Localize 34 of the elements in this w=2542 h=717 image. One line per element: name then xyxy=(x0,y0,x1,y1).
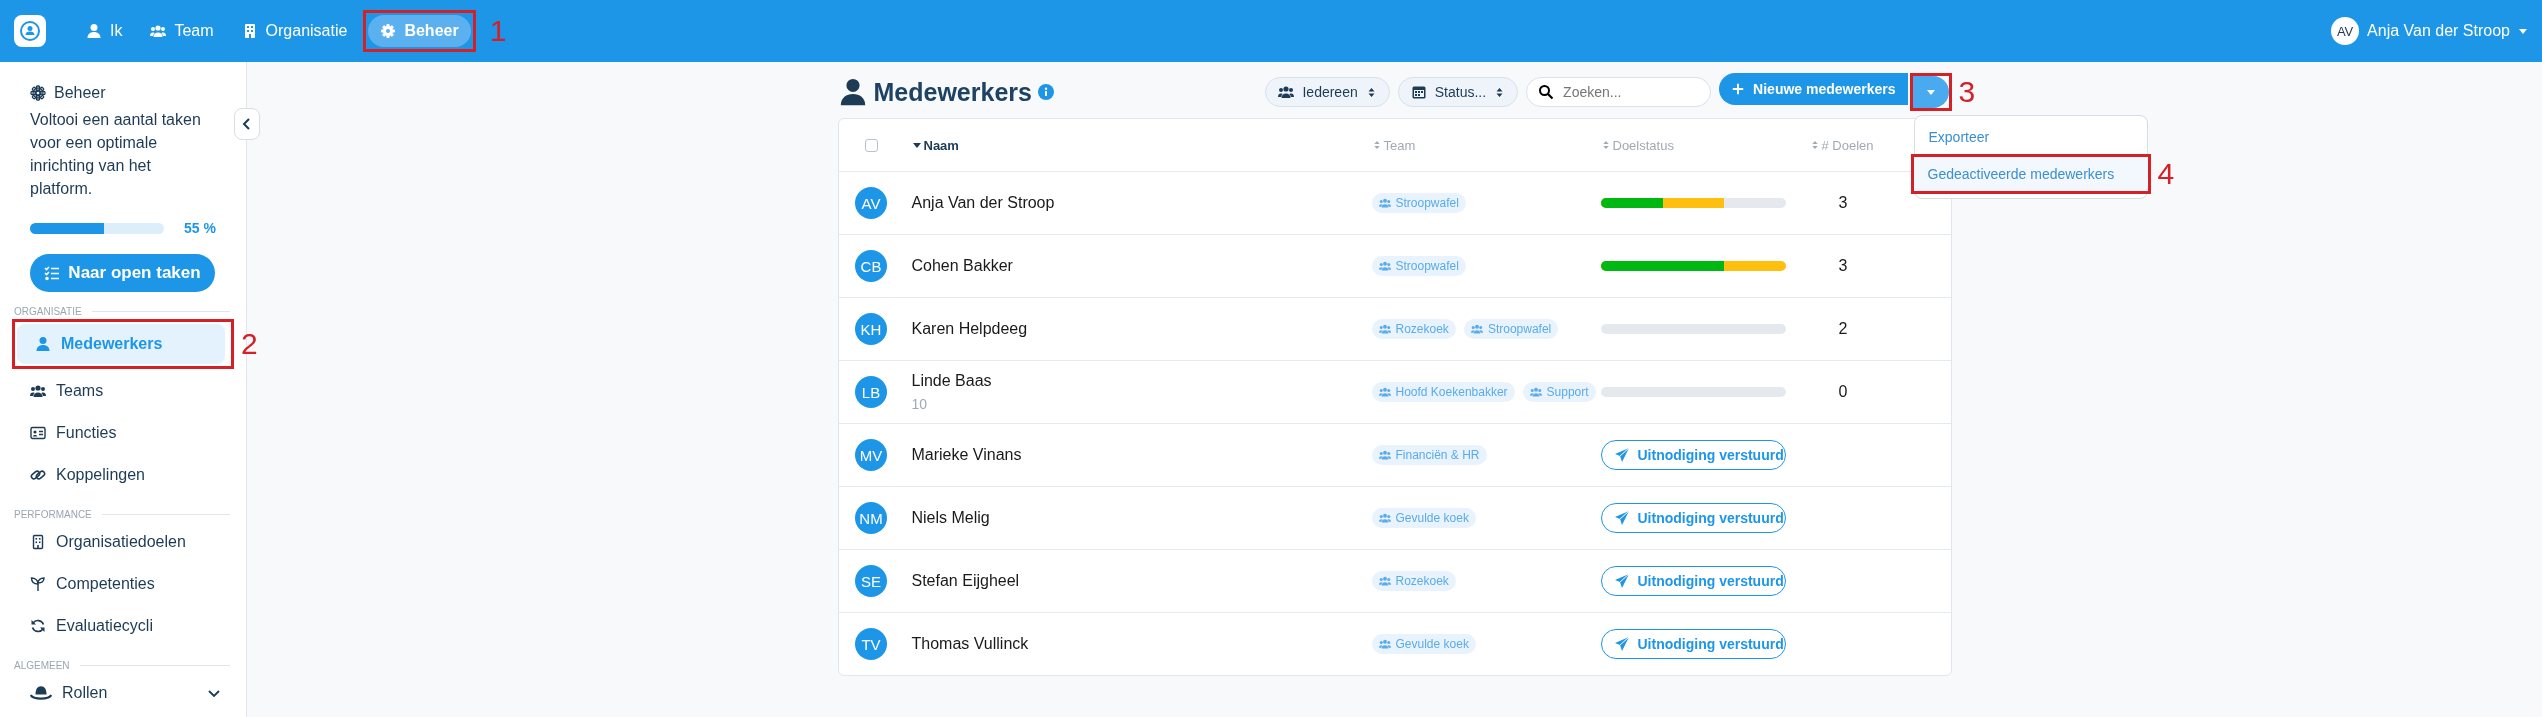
avatar: SE xyxy=(855,565,887,597)
avatar: NM xyxy=(855,502,887,534)
goal-count: 0 xyxy=(1837,383,1848,400)
team-tag: Support xyxy=(1522,382,1596,402)
team-tag: Stroopwafel xyxy=(1463,319,1559,339)
avatar: MV xyxy=(855,439,887,471)
goal-count: 3 xyxy=(1837,194,1848,211)
avatar: LB xyxy=(855,376,887,408)
sidebar-heading: Beheer xyxy=(54,84,106,102)
callout-number: 4 xyxy=(2157,159,2175,189)
page-title: Medewerkers xyxy=(873,77,1032,107)
avatar: CB xyxy=(855,250,887,282)
avatar: TV xyxy=(855,628,887,660)
goal-count: 2 xyxy=(1837,320,1848,337)
team-tag: Rozekoek xyxy=(1371,571,1456,591)
team-tag: Stroopwafel xyxy=(1371,193,1466,213)
callout-number: 3 xyxy=(1958,77,1976,107)
team-tag: Stroopwafel xyxy=(1371,256,1466,276)
team-tag: Gevulde koek xyxy=(1371,508,1476,528)
team-tag: Hoofd Koekenbakker xyxy=(1371,382,1515,402)
employee-subtitle: 10 xyxy=(911,396,929,412)
team-tag: Rozekoek xyxy=(1371,319,1456,339)
progress-reading: 55 % xyxy=(184,220,216,236)
team-tag: Financiën & HR xyxy=(1371,445,1487,465)
avatar: KH xyxy=(855,313,887,345)
callout-number: 2 xyxy=(241,329,258,359)
section-title: ORGANISATIE xyxy=(14,306,82,317)
intro-text: Voltooi een aantal taken voor een optimale inrichting van het platform. xyxy=(30,110,202,199)
team-tag: Gevulde koek xyxy=(1371,634,1476,654)
callout-number: 1 xyxy=(489,16,507,46)
goal-count: 3 xyxy=(1837,257,1848,274)
avatar: AV xyxy=(855,187,887,219)
section-title: PERFORMANCE xyxy=(14,509,92,520)
section-title: ALGEMEEN xyxy=(14,660,70,671)
